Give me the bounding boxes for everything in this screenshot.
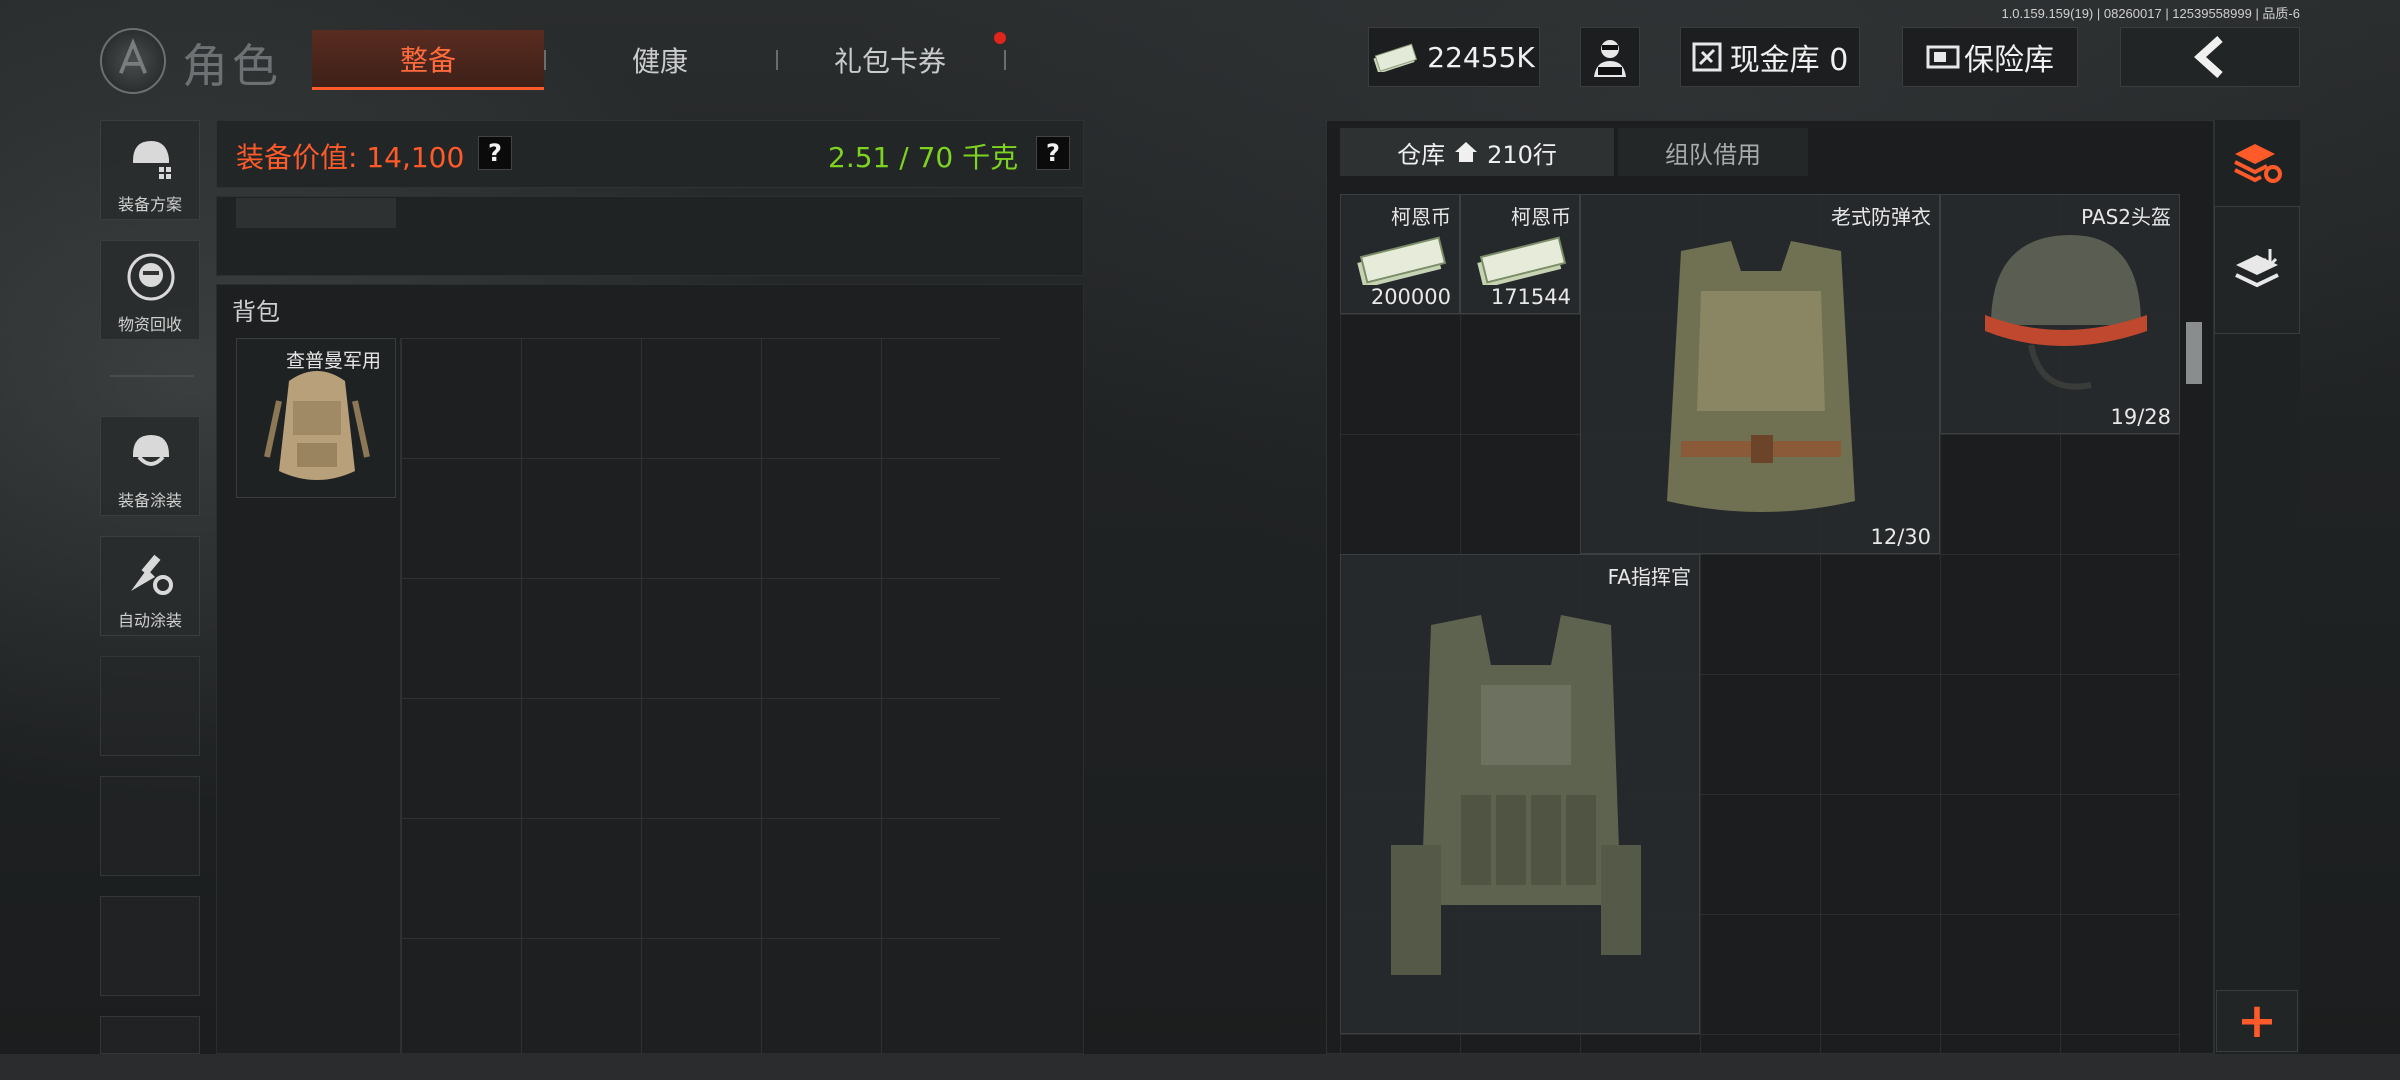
helmet-icon <box>1985 235 2147 390</box>
back-button[interactable] <box>2120 27 2300 87</box>
item-name: 老式防弹衣 <box>1831 205 1931 229</box>
backpack-item-name: 查普曼军用 <box>286 350 382 372</box>
tab-warehouse-label: 仓库 <box>1397 140 1446 169</box>
stack-download-button[interactable] <box>2214 206 2300 334</box>
backpack-icon <box>264 371 370 480</box>
sidebar-empty-slot <box>100 656 200 756</box>
sidebar-divider <box>110 375 194 377</box>
chevron-left-icon <box>2194 36 2223 78</box>
tab-divider <box>544 50 546 70</box>
item-count: 171544 <box>1490 285 1571 309</box>
item-name: 柯恩币 <box>1511 205 1571 229</box>
sidebar-item-paint[interactable]: 装备涂装 <box>100 416 200 516</box>
item-name: FA指挥官 <box>1607 565 1691 589</box>
old-vest-icon <box>1667 241 1855 512</box>
stack-refresh-icon <box>2234 144 2282 183</box>
tab-warehouse[interactable]: 仓库 210行 <box>1340 128 1614 176</box>
sidebar-item-recycle[interactable]: 物资回收 <box>100 240 200 340</box>
warehouse-item[interactable]: FA指挥官 <box>1340 554 1700 1034</box>
stack-download-icon <box>2235 249 2279 288</box>
tab-divider <box>776 50 778 70</box>
weight-help-button[interactable]: ? <box>1036 136 1070 170</box>
cash-vault-label: 现金库 0 <box>1729 43 1849 78</box>
tab-divider <box>1004 50 1006 70</box>
sidebar-empty-slot <box>100 776 200 876</box>
sidebar-item-label: 装备方案 <box>117 195 182 214</box>
tab-gift-cards[interactable]: 礼包卡券 <box>780 30 1000 90</box>
safe-icon <box>1926 45 1960 69</box>
sidebar-empty-slot <box>100 896 200 996</box>
sidebar-item-loadout[interactable]: 装备方案 <box>100 120 200 220</box>
cash-stack-icon <box>1357 236 1447 285</box>
sidebar-item-label: 自动涂装 <box>117 611 182 630</box>
cash-stack-icon <box>1477 236 1567 285</box>
item-name: 柯恩币 <box>1391 205 1451 229</box>
warehouse-item[interactable]: 柯恩币 171544 <box>1460 194 1580 314</box>
item-count: 19/28 <box>2110 405 2171 429</box>
notification-dot <box>994 32 1006 44</box>
tab-health[interactable]: 健康 <box>560 30 760 90</box>
cash-icon <box>1373 43 1418 72</box>
warehouse-item[interactable]: 老式防弹衣 12/30 <box>1580 194 1940 554</box>
equipment-value: 装备价值: 14,100 <box>236 141 465 174</box>
equipment-strip-bar <box>236 198 396 228</box>
add-button[interactable]: + <box>2216 990 2298 1052</box>
helmet-grid-icon <box>133 141 171 179</box>
backpack-grid[interactable] <box>400 338 1000 1058</box>
sidebar-item-auto-paint[interactable]: 自动涂装 <box>100 536 200 636</box>
brush-gear-icon <box>131 554 173 595</box>
character-logo-icon <box>100 28 166 94</box>
tab-warehouse-rows: 210行 <box>1487 140 1557 169</box>
vault-icon <box>1692 42 1722 72</box>
warehouse-scrollbar[interactable] <box>2186 322 2202 384</box>
helmet-paint-icon <box>133 435 169 466</box>
page-title: 角色 <box>182 39 282 93</box>
bottom-bar <box>0 1054 2400 1080</box>
warehouse-item[interactable]: 柯恩币 200000 <box>1340 194 1460 314</box>
money-display[interactable]: 22455K <box>1368 27 1540 87</box>
item-count: 12/30 <box>1870 525 1931 549</box>
safe-vault-label: 保险库 <box>1964 43 2054 78</box>
tab-team-borrow[interactable]: 组队借用 <box>1618 128 1808 176</box>
stack-refresh-button[interactable] <box>2214 120 2300 206</box>
tab-equip[interactable]: 整备 <box>312 30 544 90</box>
sidebar-item-label: 物资回收 <box>117 315 182 334</box>
money-value: 22455K <box>1427 40 1535 74</box>
backpack-label: 背包 <box>232 298 280 326</box>
tactical-vest-icon <box>1391 615 1641 975</box>
sidebar-empty-slot <box>100 1016 200 1054</box>
weight-display: 2.51 / 70 千克 <box>828 141 1019 174</box>
home-icon <box>1455 142 1478 162</box>
cash-vault-button[interactable]: 现金库 0 <box>1680 27 1860 87</box>
agent-button[interactable] <box>1580 27 1640 87</box>
sidebar-item-label: 装备涂装 <box>117 491 182 510</box>
version-info: 1.0.159.159(19) | 08260017 | 12539558999… <box>2001 6 2300 21</box>
warehouse-item[interactable]: PAS2头盔 19/28 <box>1940 194 2180 434</box>
agent-icon <box>1594 40 1626 77</box>
recycle-face-icon <box>127 253 175 301</box>
item-count: 200000 <box>1370 285 1451 309</box>
safe-vault-button[interactable]: 保险库 <box>1902 27 2078 87</box>
value-help-button[interactable]: ? <box>478 136 512 170</box>
